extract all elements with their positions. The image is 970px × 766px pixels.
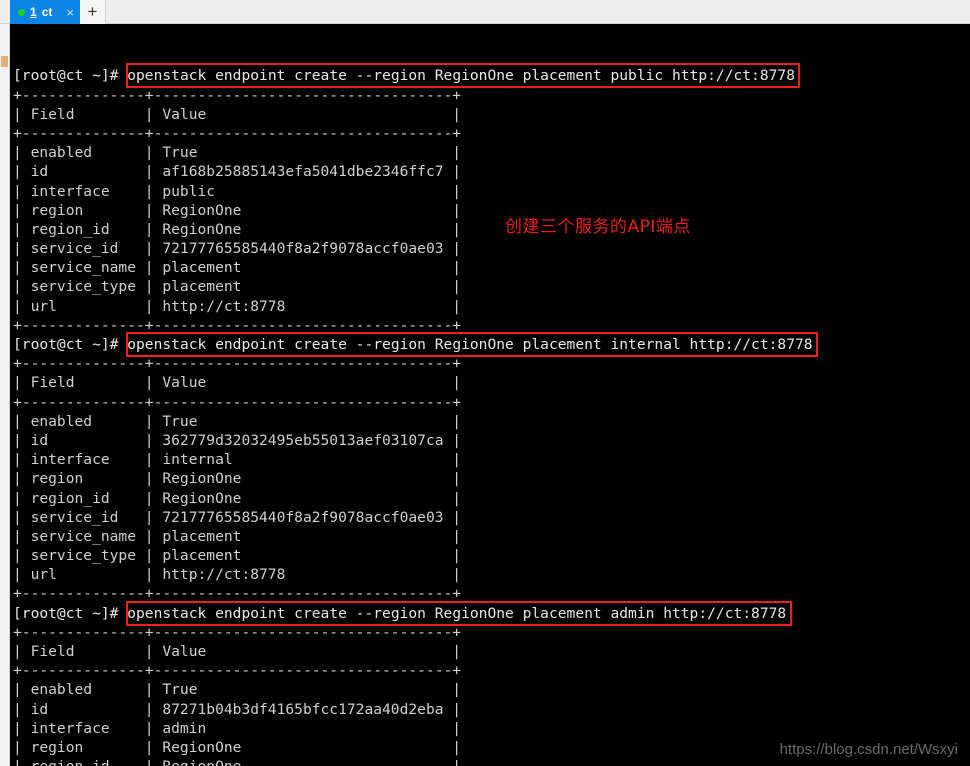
command-text[interactable]: openstack endpoint create --region Regio…: [127, 336, 812, 353]
table-row: | service_type | placement |: [13, 547, 462, 565]
table-row: | enabled | True |: [13, 412, 462, 430]
table-row: | enabled | True |: [13, 144, 462, 162]
table-header-row: | Field | Value |: [13, 374, 462, 392]
table-row: | service_type | placement |: [13, 278, 462, 296]
table-separator: +--------------+------------------------…: [13, 585, 462, 603]
table-row: | region_id | RegionOne |: [13, 489, 462, 507]
table-row: | enabled | True |: [13, 681, 462, 699]
table-separator: +--------------+------------------------…: [13, 86, 462, 104]
command-line: [root@ct ~]# openstack endpoint create -…: [13, 604, 970, 623]
green-dot-icon: [18, 8, 25, 16]
table-row: | interface | internal |: [13, 451, 462, 469]
left-rail: [0, 24, 10, 766]
terminal-output[interactable]: [root@ct ~]# openstack endpoint create -…: [11, 24, 970, 766]
tab-label: ct: [41, 5, 53, 19]
tab-bar-leading-spacer: [0, 0, 10, 23]
table-row: | service_id | 72177765585440f8a2f9078ac…: [13, 508, 462, 526]
table-separator: +--------------+------------------------…: [13, 393, 462, 411]
annotation-text: 创建三个服务的API端点: [505, 217, 691, 237]
table-separator: +--------------+------------------------…: [13, 124, 462, 142]
table-separator: +--------------+------------------------…: [13, 623, 462, 641]
terminal-lines: [root@ct ~]# openstack endpoint create -…: [13, 66, 970, 766]
tab-number: 1: [30, 5, 37, 19]
table-row: | region_id | RegionOne |: [13, 757, 970, 766]
terminal-tab-active[interactable]: 1 ct ×: [10, 0, 80, 24]
table-row: | region_id | RegionOne |: [13, 220, 462, 238]
tab-bar: 1 ct × +: [0, 0, 970, 24]
shell-prompt: [root@ct ~]#: [13, 604, 128, 622]
new-tab-button[interactable]: +: [79, 0, 106, 24]
command-line: [root@ct ~]# openstack endpoint create -…: [13, 66, 970, 85]
table-separator: +--------------+------------------------…: [13, 316, 462, 334]
table-row: | interface | public |: [13, 182, 462, 200]
table-header-row: | Field | Value |: [13, 643, 462, 661]
shell-prompt: [root@ct ~]#: [13, 67, 128, 85]
table-row: | region | RegionOne |: [13, 470, 462, 488]
table-separator: +--------------+------------------------…: [13, 355, 462, 373]
table-row: | url | http://ct:8778 |: [13, 566, 462, 584]
table-row: | service_name | placement |: [13, 527, 462, 545]
tab-bar-filler: [105, 0, 970, 23]
command-text[interactable]: openstack endpoint create --region Regio…: [127, 605, 786, 622]
table-row: | url | http://ct:8778 |: [13, 297, 462, 315]
table-row: | id | 87271b04b3df4165bfcc172aa40d2eba …: [13, 700, 462, 718]
watermark: https://blog.csdn.net/Wsxyi: [779, 741, 958, 758]
rail-marker-icon: [1, 56, 8, 67]
table-row: | service_name | placement |: [13, 259, 462, 277]
table-row: | interface | admin |: [13, 719, 462, 737]
table-row: | id | 362779d32032495eb55013aef03107ca …: [13, 431, 462, 449]
table-row: | id | af168b25885143efa5041dbe2346ffc7 …: [13, 163, 462, 181]
command-text[interactable]: openstack endpoint create --region Regio…: [127, 67, 795, 84]
table-header-row: | Field | Value |: [13, 105, 462, 123]
close-icon[interactable]: ×: [66, 6, 74, 19]
table-row: | region | RegionOne |: [13, 201, 462, 219]
table-row: | service_id | 72177765585440f8a2f9078ac…: [13, 240, 462, 258]
table-separator: +--------------+------------------------…: [13, 662, 462, 680]
shell-prompt: [root@ct ~]#: [13, 336, 128, 354]
command-line: [root@ct ~]# openstack endpoint create -…: [13, 335, 970, 354]
